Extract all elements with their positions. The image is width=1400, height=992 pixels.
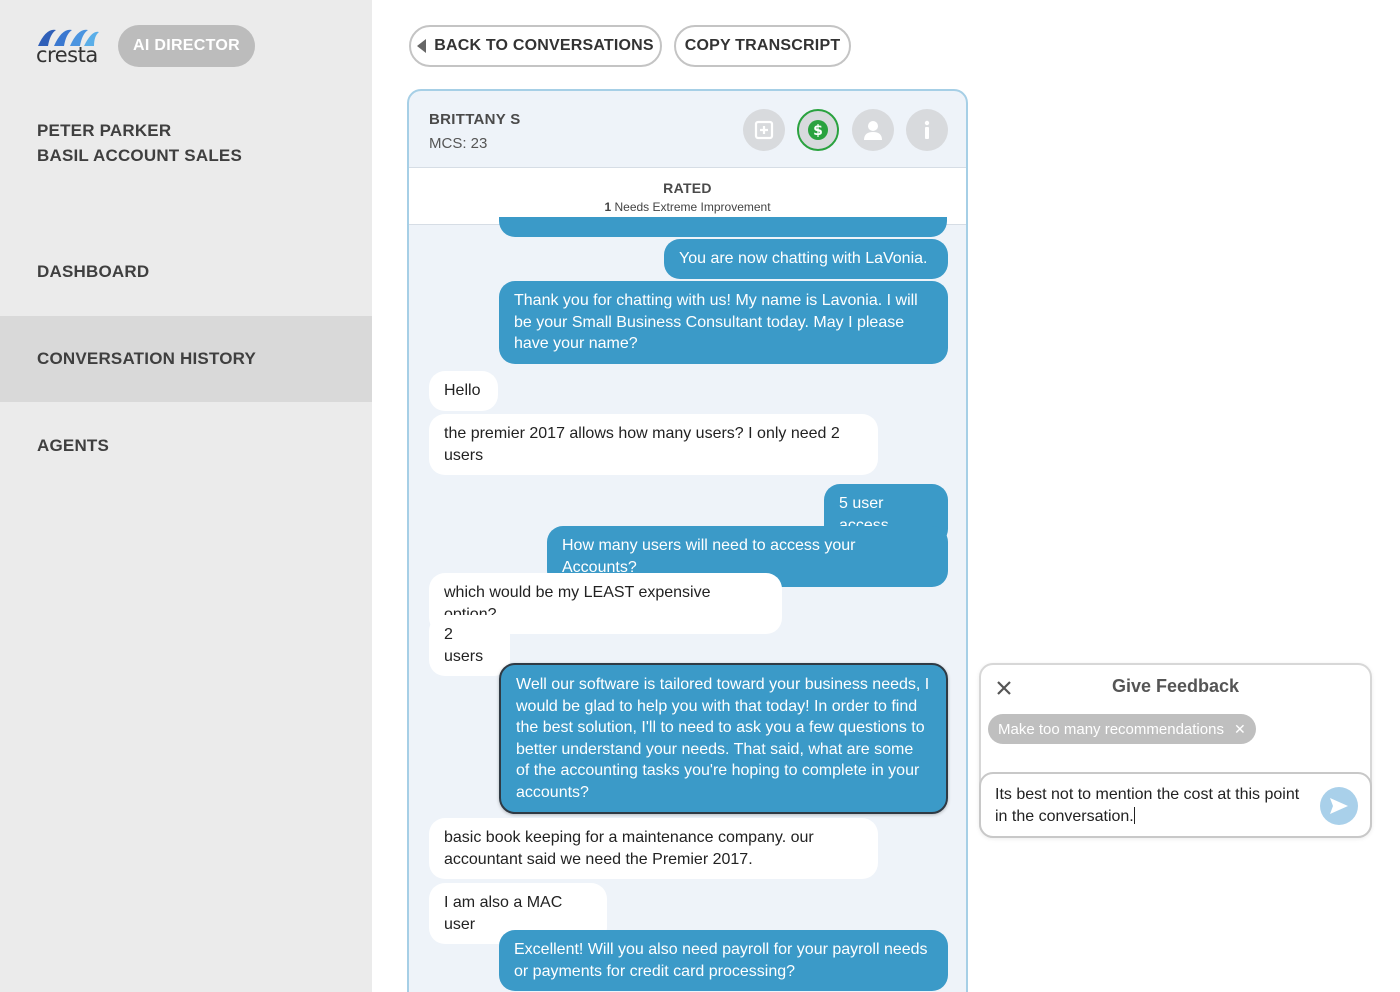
svg-text:$: $ xyxy=(813,123,823,139)
feedback-panel: Give Feedback Make too many recommendati… xyxy=(979,663,1372,838)
agent-name: BRITTANY S xyxy=(429,111,521,128)
dollar-icon[interactable]: $ xyxy=(797,109,839,151)
message-agent: You are now chatting with LaVonia. xyxy=(664,239,948,279)
sidebar: cresta AI DIRECTOR PETER PARKER BASIL AC… xyxy=(0,0,372,992)
user-team: BASIL ACCOUNT SALES xyxy=(37,146,242,165)
message-customer: basic book keeping for a maintenance com… xyxy=(429,818,878,879)
conversation-header: BRITTANY S MCS: 23 $ xyxy=(409,91,966,167)
remove-tag-icon[interactable]: ✕ xyxy=(1234,721,1246,738)
send-icon[interactable] xyxy=(1320,787,1358,825)
message-agent: Thank you for chatting with us! My name … xyxy=(499,281,948,364)
back-button-label: BACK TO CONVERSATIONS xyxy=(434,37,654,54)
back-to-conversations-button[interactable]: BACK TO CONVERSATIONS xyxy=(409,25,662,67)
message-agent: Excellent! Will you also need payroll fo… xyxy=(499,930,948,991)
rated-count: 1 xyxy=(604,200,612,214)
nav-item-conversation-history[interactable]: CONVERSATION HISTORY xyxy=(0,316,372,402)
message-customer: 2 users xyxy=(429,615,510,676)
rated-subtitle: 1 Needs Extreme Improvement xyxy=(409,200,966,214)
message-agent-selected[interactable]: Well our software is tailored toward you… xyxy=(499,663,948,814)
feedback-input[interactable]: Its best not to mention the cost at this… xyxy=(979,772,1372,838)
agent-mcs: MCS: 23 xyxy=(429,135,488,152)
copy-button-label: COPY TRANSCRIPT xyxy=(684,37,841,54)
user-name: PETER PARKER xyxy=(37,121,172,140)
message-customer: Hello xyxy=(429,371,498,411)
rated-title: RATED xyxy=(663,180,712,196)
add-note-icon[interactable] xyxy=(743,109,785,151)
info-icon[interactable] xyxy=(906,109,948,151)
rated-label: Needs Extreme Improvement xyxy=(614,200,771,214)
feedback-input-value: Its best not to mention the cost at this… xyxy=(995,786,1300,825)
back-arrow-icon xyxy=(417,39,427,53)
logo-wordmark: cresta xyxy=(36,43,98,67)
conversation-panel: BRITTANY S MCS: 23 $ RATED 1 Needs Extre… xyxy=(407,89,968,992)
feedback-tag-label: Make too many recommendations xyxy=(998,720,1224,738)
user-info: PETER PARKER BASIL ACCOUNT SALES xyxy=(37,118,242,168)
product-badge: AI DIRECTOR xyxy=(118,25,256,67)
feedback-tag: Make too many recommendations ✕ xyxy=(988,714,1256,744)
text-caret xyxy=(1133,806,1135,824)
nav-item-agents[interactable]: AGENTS xyxy=(0,403,372,489)
feedback-title: Give Feedback xyxy=(1111,676,1240,696)
message-customer: the premier 2017 allows how many users? … xyxy=(429,414,878,475)
feedback-input-text[interactable]: Its best not to mention the cost at this… xyxy=(995,784,1315,827)
user-icon[interactable] xyxy=(852,109,894,151)
message-bubble-partial xyxy=(499,217,947,237)
nav-item-dashboard[interactable]: DASHBOARD xyxy=(0,229,372,315)
copy-transcript-button[interactable]: COPY TRANSCRIPT xyxy=(674,25,851,67)
cresta-logo[interactable]: cresta xyxy=(36,26,100,67)
